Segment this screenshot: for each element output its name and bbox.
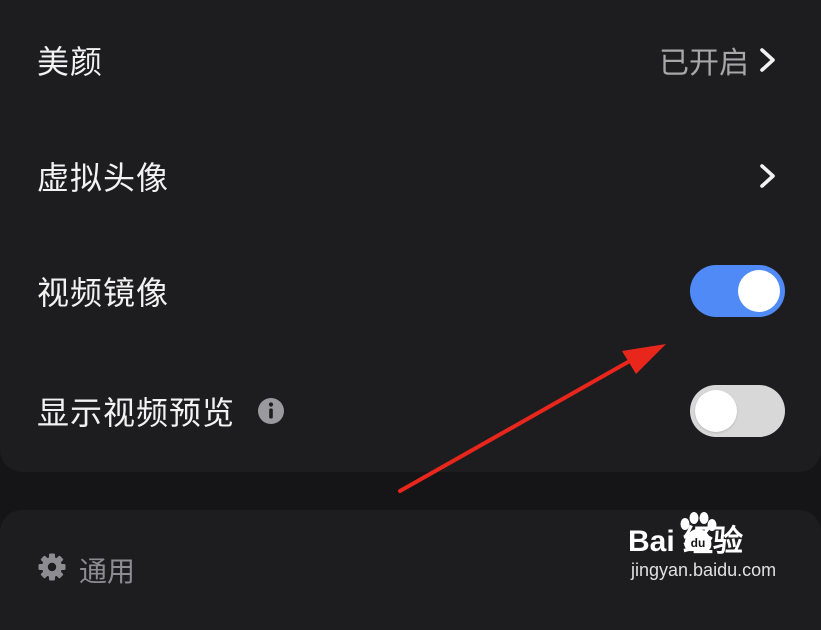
show-video-preview-label: 显示视频预览 — [37, 394, 236, 432]
virtual-avatar-row[interactable]: 虚拟头像 — [0, 118, 821, 234]
info-icon[interactable] — [256, 396, 286, 426]
watermark-url: jingyan.baidu.com — [631, 560, 777, 580]
chevron-right-icon — [760, 48, 775, 72]
baidu-paw-icon: du — [680, 512, 717, 552]
video-mirror-row: 视频镜像 — [0, 233, 821, 349]
beauty-label: 美颜 — [37, 43, 104, 81]
show-video-preview-row: 显示视频预览 — [0, 353, 821, 469]
svg-text:du: du — [691, 536, 706, 550]
virtual-avatar-label: 虚拟头像 — [37, 159, 170, 197]
video-mirror-toggle[interactable] — [690, 265, 785, 317]
gear-icon — [38, 553, 66, 581]
chevron-right-icon — [760, 164, 775, 188]
show-video-preview-toggle[interactable] — [690, 385, 785, 437]
baidu-jingyan-watermark: Bai 经验 du jingyan.baidu.com — [628, 512, 808, 587]
video-mirror-label: 视频镜像 — [37, 274, 170, 312]
toggle-knob — [695, 390, 737, 432]
settings-card: 美颜 已开启 虚拟头像 视频镜像 显示视频预览 — [0, 0, 821, 472]
beauty-row[interactable]: 美颜 已开启 — [0, 2, 821, 118]
toggle-knob — [738, 270, 780, 312]
beauty-status: 已开启 — [659, 46, 749, 81]
general-section-label: 通用 — [79, 555, 136, 588]
